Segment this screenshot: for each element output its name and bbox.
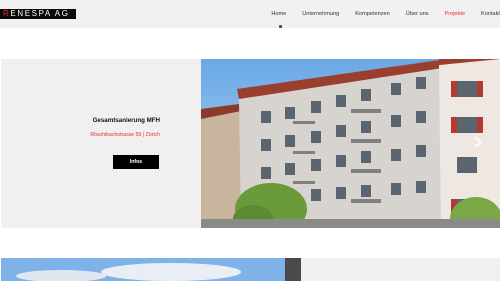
nav-unternehmung[interactable]: Unternehmung bbox=[302, 11, 339, 17]
nav-kontakt[interactable]: Kontakt bbox=[481, 11, 500, 17]
nav-kompetenzen[interactable]: Kompetenzen bbox=[355, 11, 390, 17]
cropped-glyph bbox=[279, 25, 282, 28]
main-nav: Home Unternehmung Kompetenzen Über uns P… bbox=[255, 0, 500, 28]
project-card-next bbox=[1, 258, 500, 281]
infos-button[interactable]: Infos bbox=[113, 155, 159, 169]
project-photo bbox=[201, 59, 500, 228]
project-card: Gesamtsanierung MFH Röschibachstrasse 59… bbox=[1, 59, 500, 228]
logo-text: ENESPA AG bbox=[10, 9, 70, 18]
project-info: Gesamtsanierung MFH Röschibachstrasse 59… bbox=[1, 59, 201, 228]
renespa-logo[interactable]: RENESPA AG bbox=[0, 9, 76, 19]
nav-home[interactable]: Home bbox=[271, 11, 286, 17]
nav-ueber-uns[interactable]: Über uns bbox=[406, 11, 429, 17]
chevron-right-icon[interactable] bbox=[471, 135, 485, 149]
project-photo-next bbox=[1, 258, 301, 281]
nav-projekte[interactable]: Projekte bbox=[444, 11, 465, 17]
project-title: Gesamtsanierung MFH bbox=[92, 117, 160, 124]
top-navbar: RENESPA AG Home Unternehmung Kompetenzen… bbox=[0, 0, 500, 28]
project-address: Röschibachstrasse 59 | Zürich bbox=[90, 132, 160, 138]
